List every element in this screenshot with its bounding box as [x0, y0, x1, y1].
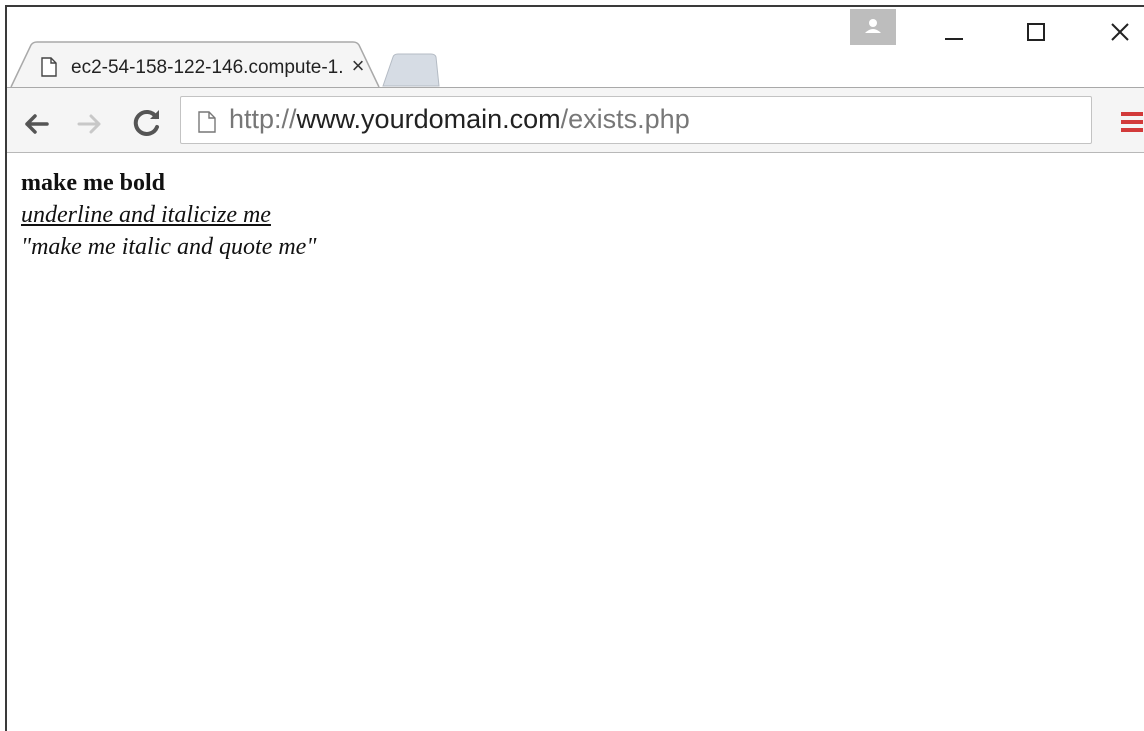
maximize-icon[interactable] [1019, 15, 1053, 49]
document-icon [41, 57, 57, 77]
reload-icon[interactable] [129, 105, 165, 141]
new-tab-icon[interactable] [381, 53, 441, 87]
page-info-icon[interactable] [197, 110, 217, 134]
profile-button[interactable] [850, 9, 896, 45]
url-host: www.yourdomain.com [296, 104, 561, 134]
underline-italic-text: underline and italicize me [21, 202, 271, 228]
back-arrow-icon[interactable] [19, 107, 53, 141]
italic-quote-text: "make me italic and quote me" [21, 234, 317, 260]
url-scheme: http:// [229, 104, 297, 134]
forward-arrow-icon[interactable] [73, 107, 107, 141]
tab-close-button[interactable]: × [347, 54, 369, 78]
hamburger-menu-icon[interactable] [1119, 107, 1144, 137]
bold-text: make me bold [21, 170, 165, 196]
tab-title: ec2-54-158-122-146.compute-1.amazonaws.c… [71, 57, 343, 78]
url-path: /exists.php [560, 104, 690, 134]
page-content: make me bold underline and italicize me … [21, 167, 316, 263]
minimize-icon[interactable] [937, 15, 971, 49]
browser-window: ec2-54-158-122-146.compute-1.amazonaws.c… [5, 5, 1144, 731]
url-text[interactable]: http://www.yourdomain.com/exists.php [229, 104, 690, 135]
close-icon[interactable] [1103, 15, 1137, 49]
profile-icon [865, 19, 881, 33]
